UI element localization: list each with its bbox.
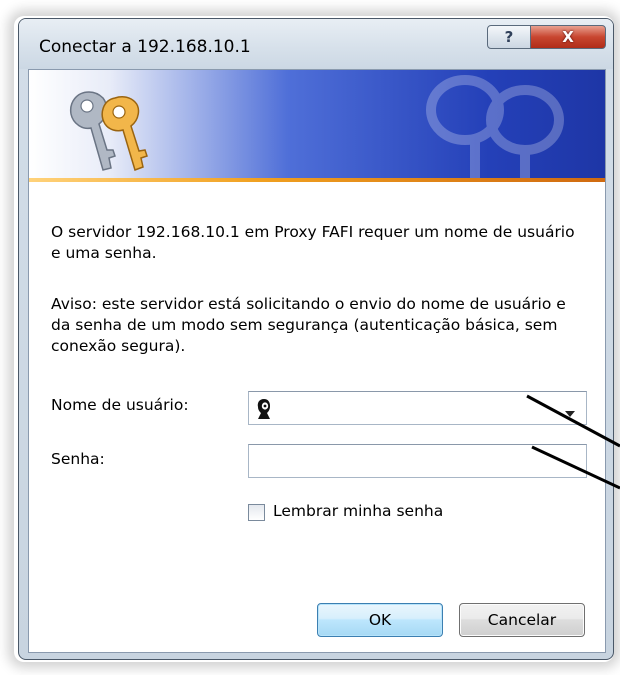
help-icon: ? bbox=[504, 28, 514, 46]
dialog-body: O servidor 192.168.10.1 em Proxy FAFI re… bbox=[28, 69, 606, 653]
banner-accent-stripe bbox=[29, 178, 605, 182]
ok-button-label: OK bbox=[368, 611, 392, 629]
password-label: Senha: bbox=[51, 450, 105, 468]
help-button[interactable]: ? bbox=[487, 25, 531, 49]
password-input[interactable] bbox=[248, 444, 587, 478]
remember-password-label[interactable]: Lembrar minha senha bbox=[273, 502, 443, 520]
login-dialog: Conectar a 192.168.10.1 ? X O servidor 1… bbox=[18, 18, 614, 660]
remember-password-checkbox[interactable] bbox=[248, 504, 265, 521]
security-warning: Aviso: este servidor está solicitando o … bbox=[51, 295, 566, 355]
ok-button[interactable]: OK bbox=[317, 603, 443, 637]
cancel-button-label: Cancelar bbox=[487, 611, 557, 629]
close-button[interactable]: X bbox=[530, 25, 606, 49]
server-message: O servidor 192.168.10.1 em Proxy FAFI re… bbox=[51, 223, 575, 262]
keys-watermark-icon bbox=[426, 75, 564, 182]
username-label: Nome de usuário: bbox=[51, 396, 189, 414]
keys-icon bbox=[69, 91, 148, 171]
close-icon: X bbox=[562, 28, 574, 46]
user-icon bbox=[257, 399, 270, 419]
header-banner bbox=[29, 70, 605, 182]
window-title: Conectar a 192.168.10.1 bbox=[39, 37, 251, 57]
chevron-down-icon[interactable] bbox=[565, 411, 575, 417]
cancel-button[interactable]: Cancelar bbox=[459, 603, 585, 637]
username-input[interactable] bbox=[248, 391, 587, 425]
title-bar[interactable]: Conectar a 192.168.10.1 ? X bbox=[19, 19, 613, 69]
